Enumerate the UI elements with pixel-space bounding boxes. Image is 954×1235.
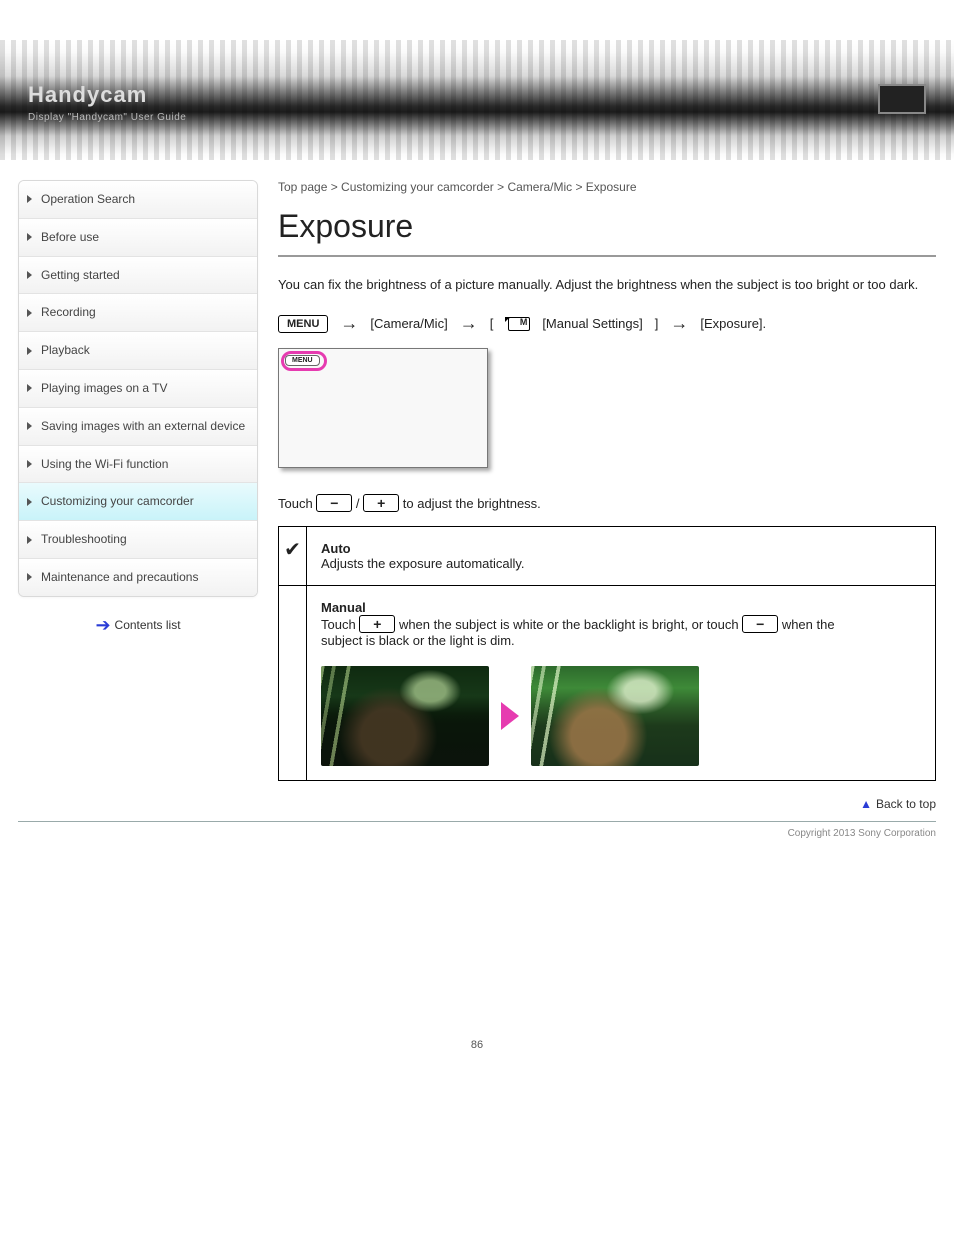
contents-label: Contents list	[115, 618, 181, 632]
manual-cell: Manual Touch + when the subject is white…	[307, 586, 936, 781]
brand-title: Handycam	[28, 82, 147, 108]
brand-sub: Display "Handycam" User Guide	[28, 112, 186, 123]
sidebar-item-label: Getting started	[41, 268, 120, 282]
arrow-right-icon: →	[670, 313, 688, 334]
sidebar-item-label: Playback	[41, 343, 90, 357]
menu-step-2: [Manual Settings]	[542, 316, 642, 331]
table-row-manual: Manual Touch + when the subject is white…	[279, 586, 936, 781]
mini-menu-label: MENU	[285, 355, 320, 366]
sidebar-item-label: Saving images with an external device	[41, 419, 245, 433]
menu-path: MENU → [Camera/Mic] → [ [Manual Settings…	[278, 313, 936, 334]
summary-text: Touch − / + to adjust the brightness.	[278, 494, 936, 512]
menu-button-icon: MENU	[278, 315, 328, 333]
auto-cell: Auto Adjusts the exposure automatically.	[307, 527, 936, 586]
page-title: Exposure	[278, 208, 936, 245]
default-check-icon: ✔	[279, 527, 307, 586]
contents-list-link[interactable]: ➔ Contents list	[18, 615, 258, 636]
manual-line1a: Touch	[321, 617, 359, 632]
sidebar-item-label: Playing images on a TV	[41, 381, 168, 395]
auto-desc: Adjusts the exposure automatically.	[321, 556, 525, 571]
example-image-before	[321, 666, 489, 766]
sidebar-item-troubleshooting[interactable]: Troubleshooting	[19, 520, 257, 558]
intro-text: You can fix the brightness of a picture …	[278, 275, 936, 295]
sidebar-nav: Operation Search Before use Getting star…	[18, 180, 258, 597]
ui-screenshot-frame: MENU	[278, 348, 488, 468]
table-row-auto: ✔ Auto Adjusts the exposure automaticall…	[279, 527, 936, 586]
sidebar-item-recording[interactable]: Recording	[19, 293, 257, 331]
arrow-right-icon	[501, 702, 519, 730]
plus-icon: +	[359, 615, 395, 633]
auto-label: Auto	[321, 541, 351, 556]
sidebar-item-playing-tv[interactable]: Playing images on a TV	[19, 369, 257, 407]
sidebar-item-wifi[interactable]: Using the Wi-Fi function	[19, 445, 257, 483]
manual-settings-icon	[505, 317, 530, 331]
sidebar-item-operation-search[interactable]: Operation Search	[19, 181, 257, 218]
copyright: Copyright 2013 Sony Corporation	[0, 822, 954, 839]
page-header: Handycam Display "Handycam" User Guide	[0, 40, 954, 160]
title-divider	[278, 255, 936, 257]
sidebar-item-saving-external[interactable]: Saving images with an external device	[19, 407, 257, 445]
footer-divider: ▲Back to top	[18, 821, 936, 822]
menu-step-1: [Camera/Mic]	[370, 316, 447, 331]
triangle-up-icon: ▲	[860, 797, 872, 811]
menu-step-3: [Exposure].	[700, 316, 766, 331]
back-to-top-label: Back to top	[876, 797, 936, 811]
sidebar-item-label: Using the Wi-Fi function	[41, 457, 168, 471]
example-image-after	[531, 666, 699, 766]
arrow-right-icon: ➔	[95, 615, 110, 635]
sidebar-item-maintenance[interactable]: Maintenance and precautions	[19, 558, 257, 596]
example-images	[321, 666, 921, 766]
sidebar-item-label: Recording	[41, 305, 96, 319]
arrow-right-icon: →	[340, 313, 358, 334]
manual-line2: subject is black or the light is dim.	[321, 633, 515, 648]
empty-mark	[279, 586, 307, 781]
manual-line1c: when the	[782, 617, 835, 632]
back-to-top-link[interactable]: ▲ Back to top	[860, 797, 936, 811]
manual-label: Manual	[321, 600, 366, 615]
sidebar-item-playback[interactable]: Playback	[19, 331, 257, 369]
manual-line1b: when the subject is white or the backlig…	[399, 617, 742, 632]
sidebar-item-before-use[interactable]: Before use	[19, 218, 257, 256]
minus-icon: −	[316, 494, 352, 512]
sidebar-item-label: Maintenance and precautions	[41, 570, 198, 584]
breadcrumb: Top page > Customizing your camcorder > …	[278, 180, 936, 194]
sidebar-item-label: Operation Search	[41, 192, 135, 206]
sidebar-item-getting-started[interactable]: Getting started	[19, 256, 257, 294]
settings-table: ✔ Auto Adjusts the exposure automaticall…	[278, 526, 936, 781]
page-number: 86	[0, 1039, 954, 1051]
sidebar-item-label: Troubleshooting	[41, 532, 127, 546]
plus-icon: +	[363, 494, 399, 512]
sidebar-item-label: Before use	[41, 230, 99, 244]
arrow-right-icon: →	[460, 313, 478, 334]
minus-icon: −	[742, 615, 778, 633]
sidebar-item-label: Customizing your camcorder	[41, 494, 194, 508]
sidebar-item-customizing[interactable]: Customizing your camcorder	[19, 482, 257, 520]
print-badge[interactable]	[878, 84, 926, 114]
